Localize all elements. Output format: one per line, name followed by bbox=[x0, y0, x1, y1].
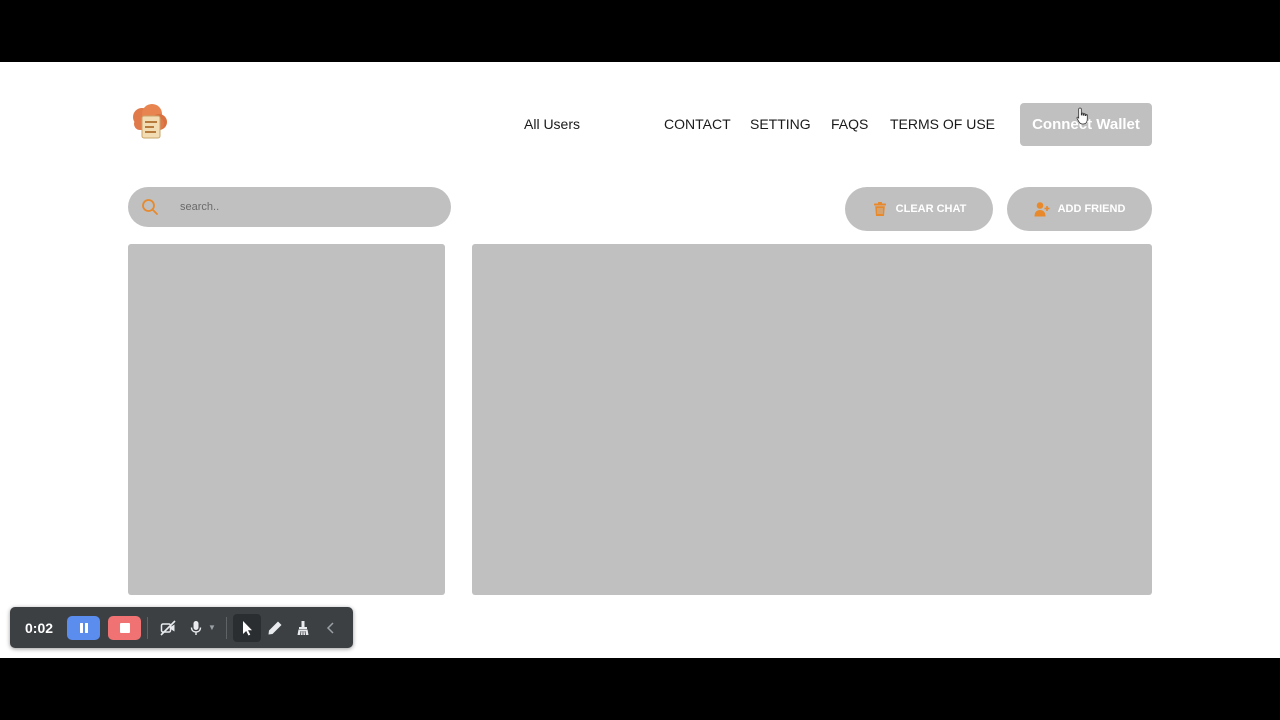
pause-icon bbox=[79, 622, 88, 633]
user-list-panel[interactable] bbox=[128, 244, 445, 595]
microphone-icon bbox=[190, 620, 202, 635]
trash-icon bbox=[873, 202, 886, 216]
search-icon bbox=[142, 199, 158, 215]
clear-chat-button[interactable]: CLEAR CHAT bbox=[845, 187, 993, 231]
connect-wallet-button[interactable]: Connect Wallet bbox=[1020, 103, 1152, 146]
stop-icon bbox=[119, 622, 130, 633]
eraser-tool-button[interactable] bbox=[289, 614, 317, 642]
user-plus-icon bbox=[1034, 202, 1050, 217]
eraser-icon bbox=[297, 620, 309, 635]
recording-timer: 0:02 bbox=[25, 619, 54, 636]
cloud-chat-logo-icon[interactable] bbox=[128, 102, 170, 144]
nav-faqs[interactable]: FAQS bbox=[831, 116, 868, 132]
microphone-button[interactable] bbox=[182, 614, 210, 642]
nav-all-users[interactable]: All Users bbox=[524, 116, 580, 132]
nav-setting[interactable]: SETTING bbox=[750, 116, 811, 132]
pause-recording-button[interactable] bbox=[67, 615, 100, 640]
pen-icon bbox=[268, 621, 282, 634]
chevron-left-icon bbox=[326, 621, 334, 634]
app-viewport: All Users CONTACT SETTING FAQS TERMS OF … bbox=[0, 62, 1280, 658]
search-bar bbox=[128, 187, 451, 227]
toolbar-divider bbox=[225, 616, 227, 639]
chat-panel[interactable] bbox=[472, 244, 1152, 595]
search-input[interactable] bbox=[180, 187, 440, 227]
add-friend-label: ADD FRIEND bbox=[1057, 203, 1126, 215]
letterbox-bottom bbox=[0, 658, 1280, 720]
camera-toggle-button[interactable] bbox=[154, 614, 182, 642]
nav-contact[interactable]: CONTACT bbox=[664, 116, 731, 132]
screen-recorder-toolbar: 0:02 ▼ bbox=[10, 607, 353, 648]
chevron-down-icon[interactable]: ▼ bbox=[208, 623, 216, 632]
camera-off-icon bbox=[160, 619, 176, 636]
clear-chat-label: CLEAR CHAT bbox=[895, 203, 967, 215]
add-friend-button[interactable]: ADD FRIEND bbox=[1007, 187, 1152, 231]
letterbox-top bbox=[0, 0, 1280, 62]
toolbar-divider bbox=[147, 616, 148, 639]
pen-tool-button[interactable] bbox=[261, 614, 289, 642]
nav-terms-of-use[interactable]: TERMS OF USE bbox=[890, 116, 995, 132]
collapse-toolbar-button[interactable] bbox=[317, 614, 345, 642]
stop-recording-button[interactable] bbox=[108, 615, 141, 640]
pointer-icon bbox=[242, 620, 252, 635]
pointer-tool-button[interactable] bbox=[232, 613, 261, 642]
